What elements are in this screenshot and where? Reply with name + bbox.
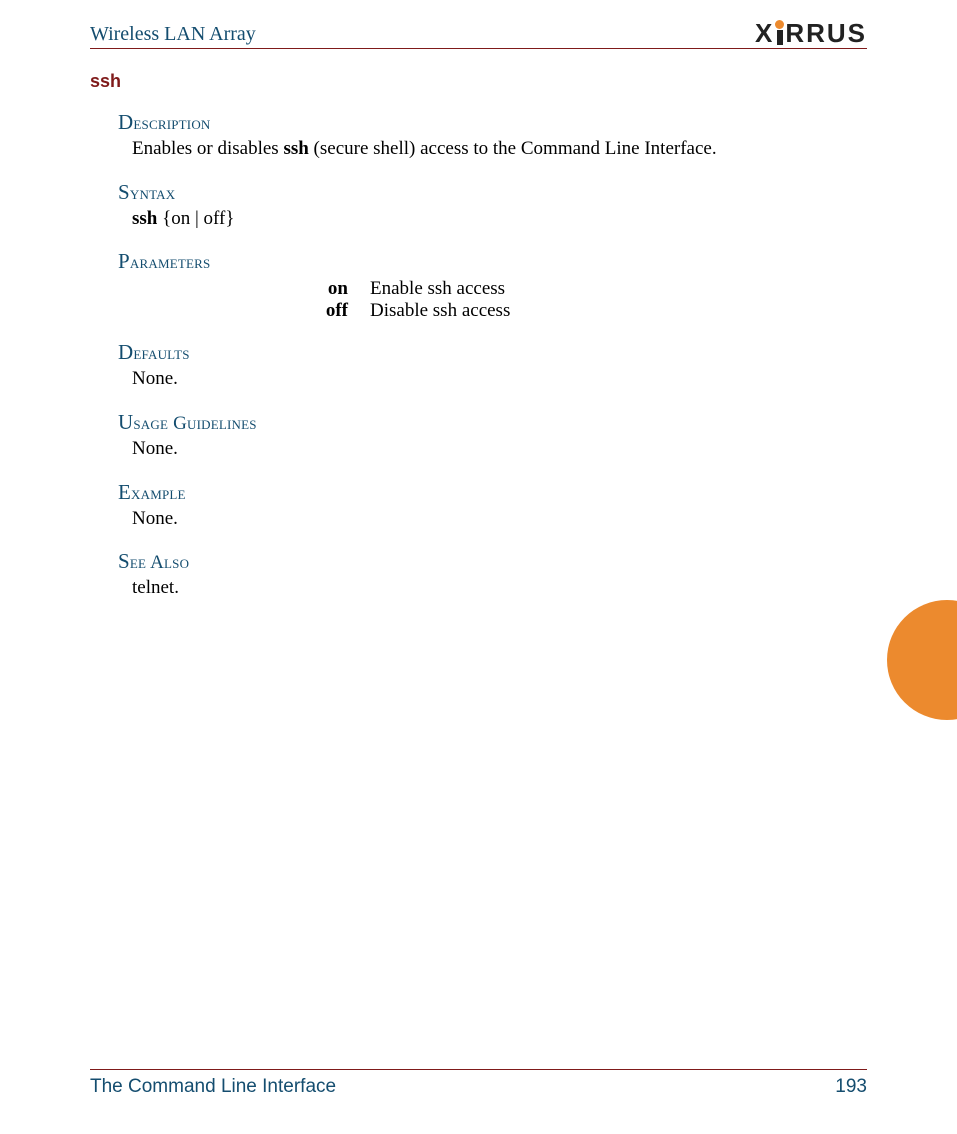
example-text: None. [118, 507, 867, 532]
section-parameters: Parameters on Enable ssh access off Disa… [90, 249, 867, 322]
logo-text-left: X [755, 20, 774, 46]
section-description: Description Enables or disables ssh (sec… [90, 110, 867, 162]
seealso-heading: See Also [118, 549, 867, 574]
param-desc: Enable ssh access [370, 278, 505, 300]
logo-stem-icon [777, 30, 783, 45]
section-seealso: See Also telnet. [90, 549, 867, 601]
section-example: Example None. [90, 480, 867, 532]
seealso-text: telnet. [118, 576, 867, 601]
usage-text: None. [118, 437, 867, 462]
description-text: Enables or disables ssh (secure shell) a… [118, 137, 867, 162]
section-defaults: Defaults None. [90, 340, 867, 392]
syntax-text: ssh {on | off} [118, 207, 867, 232]
description-heading: Description [118, 110, 867, 135]
footer-section: The Command Line Interface [90, 1076, 336, 1098]
param-name: off [288, 300, 370, 322]
syntax-cmd: ssh [132, 208, 157, 229]
param-row: off Disable ssh access [288, 300, 867, 322]
page-header: Wireless LAN Array X RRUS [90, 20, 867, 49]
defaults-heading: Defaults [118, 340, 867, 365]
section-usage: Usage Guidelines None. [90, 410, 867, 462]
param-desc: Disable ssh access [370, 300, 510, 322]
footer-page-number: 193 [835, 1076, 867, 1098]
description-bold: ssh [283, 138, 308, 159]
logo-i-icon [775, 20, 784, 45]
command-name: ssh [90, 71, 867, 92]
param-name: on [288, 278, 370, 300]
description-pre: Enables or disables [132, 138, 283, 159]
header-title: Wireless LAN Array [90, 23, 256, 46]
description-post: (secure shell) access to the Command Lin… [309, 138, 717, 159]
brand-logo: X RRUS [755, 20, 867, 46]
usage-heading: Usage Guidelines [118, 410, 867, 435]
logo-text-right: RRUS [785, 20, 867, 46]
logo-dot-icon [775, 20, 784, 29]
param-row: on Enable ssh access [288, 278, 867, 300]
syntax-heading: Syntax [118, 180, 867, 205]
example-heading: Example [118, 480, 867, 505]
page-footer: The Command Line Interface 193 [90, 1069, 867, 1098]
defaults-text: None. [118, 367, 867, 392]
parameters-heading: Parameters [118, 249, 867, 274]
section-syntax: Syntax ssh {on | off} [90, 180, 867, 232]
syntax-args: {on | off} [157, 208, 234, 229]
